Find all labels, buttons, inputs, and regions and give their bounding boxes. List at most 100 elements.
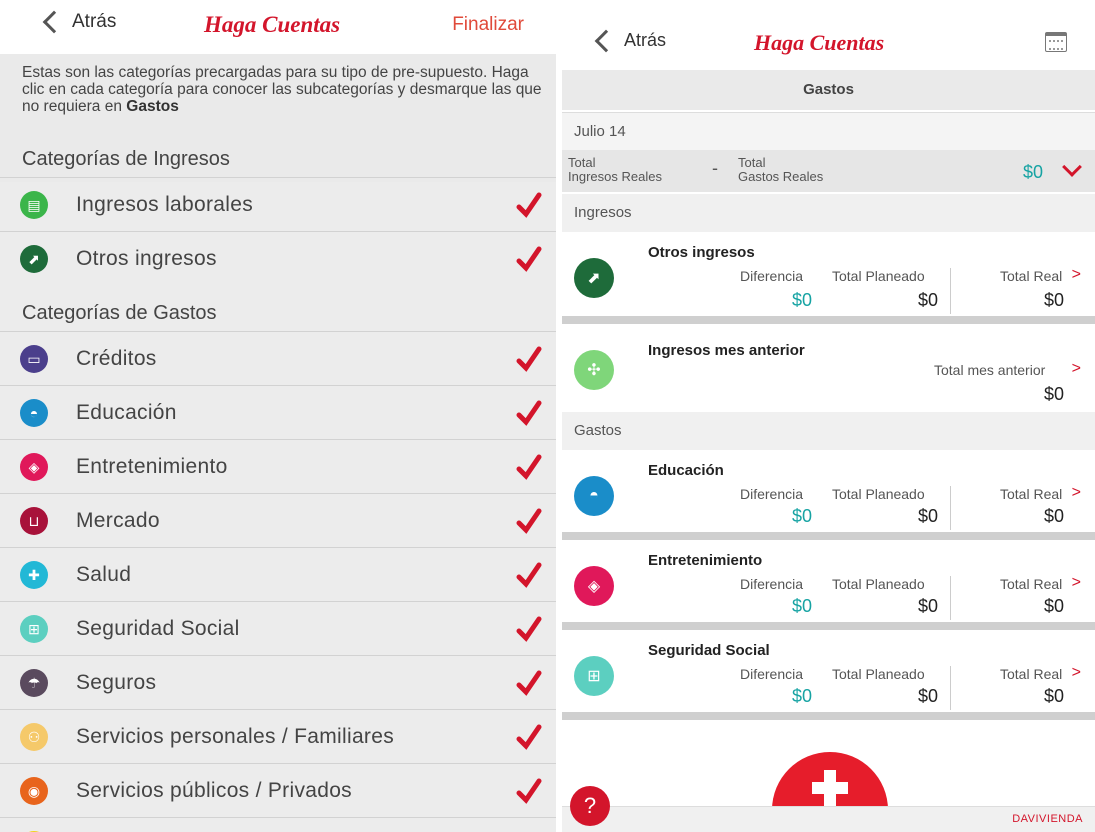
category-row-educacion[interactable]: ◓ Educación xyxy=(0,385,556,439)
checkmark-icon[interactable] xyxy=(516,453,542,481)
divider xyxy=(950,576,951,620)
card-title: Otros ingresos xyxy=(648,244,755,261)
chevron-right-icon[interactable]: > xyxy=(1072,484,1081,502)
category-row-creditos[interactable]: ▭ Créditos xyxy=(0,331,556,385)
brand-title: Haga Cuentas xyxy=(204,12,341,37)
planned-value: $0 xyxy=(918,506,939,526)
checkmark-icon[interactable] xyxy=(516,507,542,535)
diff-value: $0 xyxy=(792,596,813,616)
planned-value: $0 xyxy=(918,596,939,616)
checkmark-icon[interactable] xyxy=(516,723,542,751)
diff-header: Diferencia xyxy=(740,666,804,682)
diff-header: Diferencia xyxy=(740,486,804,502)
card-educacion[interactable]: ◓ Educación Diferencia Total Planeado To… xyxy=(562,450,1095,540)
tab-gastos[interactable]: Gastos xyxy=(562,70,1095,110)
category-row-mercado[interactable]: ⊔ Mercado xyxy=(0,493,556,547)
first-aid-kit-icon: ⊞ xyxy=(20,615,48,643)
real-value: $0 xyxy=(1044,290,1065,310)
back-label: Atrás xyxy=(72,11,117,32)
real-header: Total Real xyxy=(1000,576,1063,592)
previous-month-header: Total mes anterior xyxy=(934,362,1046,378)
divider xyxy=(950,268,951,314)
planned-header: Total Planeado xyxy=(832,666,925,682)
footer-bar: DAVIVIENDA xyxy=(562,806,1095,832)
diff-value: $0 xyxy=(792,686,813,706)
chevron-down-icon[interactable] xyxy=(1062,157,1082,177)
checkmark-icon[interactable] xyxy=(516,245,542,273)
utility-icon: ◉ xyxy=(20,777,48,805)
card-title: Seguridad Social xyxy=(648,642,770,659)
card-title: Entretenimiento xyxy=(648,552,763,569)
chevron-right-icon[interactable]: > xyxy=(1072,664,1081,682)
graduation-cap-icon: ◓ xyxy=(20,399,48,427)
minus-sign: - xyxy=(712,158,718,178)
card-title: Educación xyxy=(648,462,724,479)
umbrella-icon: ☂ xyxy=(20,669,48,697)
real-header: Total Real xyxy=(1000,486,1063,502)
shopping-cart-icon: ⊔ xyxy=(20,507,48,535)
diff-header: Diferencia xyxy=(740,268,804,284)
finish-button[interactable]: Finalizar xyxy=(452,14,524,36)
help-button[interactable]: ? xyxy=(570,786,610,826)
right-header: Atrás Haga Cuentas xyxy=(562,0,1095,70)
category-row-seguridad-social[interactable]: ⊞ Seguridad Social xyxy=(0,601,556,655)
category-row-servicios-publicos[interactable]: ◉ Servicios públicos / Privados xyxy=(0,763,556,817)
chevron-right-icon[interactable]: > xyxy=(1072,266,1081,284)
planned-value: $0 xyxy=(918,290,939,310)
growth-chart-icon: ⬈ xyxy=(574,258,614,298)
total-value: $0 xyxy=(1022,162,1043,182)
divider xyxy=(950,666,951,710)
totals-bar[interactable]: Total Ingresos Reales - Total Gastos Rea… xyxy=(562,150,1095,192)
left-header: Atrás Haga Cuentas Finalizar xyxy=(0,0,556,54)
planned-value: $0 xyxy=(918,686,939,706)
previous-month-value: $0 xyxy=(1044,384,1065,404)
dice-icon: ◈ xyxy=(20,453,48,481)
dice-icon: ◈ xyxy=(574,566,614,606)
expense-section-title: Gastos xyxy=(562,412,1095,450)
chevron-right-icon[interactable]: > xyxy=(1072,574,1081,592)
real-header: Total Real xyxy=(1000,666,1063,682)
divider xyxy=(950,486,951,530)
diff-value: $0 xyxy=(792,290,813,310)
category-row-ingresos-laborales[interactable]: ▤ Ingresos laborales xyxy=(0,177,556,231)
planned-header: Total Planeado xyxy=(832,268,925,284)
chevron-left-icon xyxy=(42,10,66,34)
card-title: Ingresos mes anterior xyxy=(648,342,805,359)
category-row-partial[interactable] xyxy=(0,817,556,832)
category-row-entretenimiento[interactable]: ◈ Entretenimiento xyxy=(0,439,556,493)
checkmark-icon[interactable] xyxy=(516,345,542,373)
diff-header: Diferencia xyxy=(740,576,804,592)
expenses-screen: Atrás Haga Cuentas Gastos Julio 14 Total… xyxy=(562,0,1095,832)
income-section-title: Ingresos xyxy=(562,194,1095,232)
medical-cross-icon: ✚ xyxy=(20,561,48,589)
categories-screen: Atrás Haga Cuentas Finalizar Estas son l… xyxy=(0,0,556,832)
back-button[interactable]: Atrás xyxy=(594,29,667,52)
card-seguridad-social[interactable]: ⊞ Seguridad Social Diferencia Total Plan… xyxy=(562,630,1095,720)
checkmark-icon[interactable] xyxy=(516,615,542,643)
category-row-seguros[interactable]: ☂ Seguros xyxy=(0,655,556,709)
card-ingresos-mes-anterior[interactable]: ✣ Ingresos mes anterior Total mes anteri… xyxy=(562,330,1095,414)
category-row-salud[interactable]: ✚ Salud xyxy=(0,547,556,601)
card-otros-ingresos[interactable]: ⬈ Otros ingresos Diferencia Total Planea… xyxy=(562,232,1095,324)
category-row-otros-ingresos[interactable]: ⬈ Otros ingresos xyxy=(0,231,556,285)
category-row-servicios-personales[interactable]: ⚇ Servicios personales / Familiares xyxy=(0,709,556,763)
back-label: Atrás xyxy=(624,30,667,50)
calendar-icon[interactable] xyxy=(1045,32,1067,52)
planned-header: Total Planeado xyxy=(832,576,925,592)
checkmark-icon[interactable] xyxy=(516,777,542,805)
back-button[interactable]: Atrás xyxy=(42,10,117,34)
chevron-right-icon[interactable]: > xyxy=(1072,360,1081,378)
growth-chart-icon: ⬈ xyxy=(20,245,48,273)
checkmark-icon[interactable] xyxy=(516,669,542,697)
card-entretenimiento[interactable]: ◈ Entretenimiento Diferencia Total Plane… xyxy=(562,540,1095,630)
first-aid-kit-icon: ⊞ xyxy=(574,656,614,696)
checkmark-icon[interactable] xyxy=(516,399,542,427)
checkmark-icon[interactable] xyxy=(516,561,542,589)
wallet-icon: ▭ xyxy=(20,345,48,373)
expense-section-title: Categorías de Gastos xyxy=(22,302,217,324)
total-income-label: Total Ingresos Reales xyxy=(568,155,662,184)
checkmark-icon[interactable] xyxy=(516,191,542,219)
family-icon: ⚇ xyxy=(20,723,48,751)
chevron-left-icon xyxy=(594,29,618,52)
date-label: Julio 14 xyxy=(562,112,1095,150)
